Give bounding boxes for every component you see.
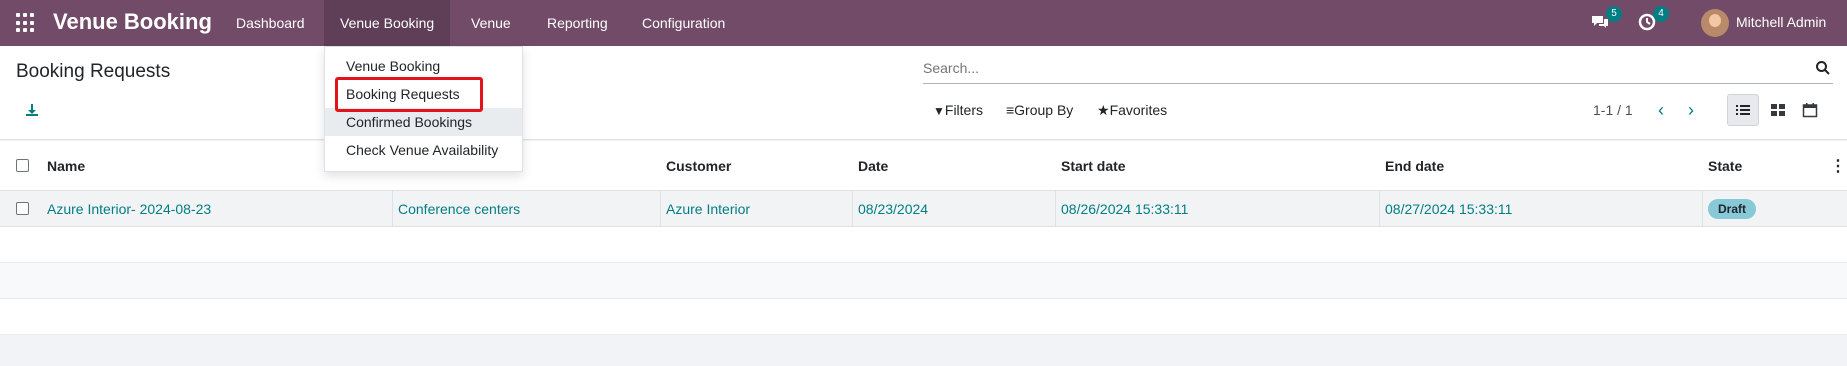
download-icon: [26, 104, 38, 116]
search-bar: [923, 54, 1833, 84]
status-badge: Draft: [1708, 198, 1757, 219]
group-by-button[interactable]: ≡Group By: [1006, 102, 1073, 118]
activities-button[interactable]: 4: [1637, 6, 1669, 34]
list-lines-icon: ≡: [1006, 102, 1015, 118]
row-venue-type[interactable]: Conference centers: [398, 191, 520, 226]
menu-configuration[interactable]: Configuration: [626, 0, 741, 46]
column-end-date[interactable]: End date: [1385, 141, 1444, 190]
empty-row: [0, 299, 1847, 335]
row-state: Draft: [1708, 191, 1757, 226]
column-date[interactable]: Date: [858, 141, 888, 190]
booking-list-table: Name Customer Date Start date End date S…: [0, 141, 1847, 335]
menu-venue[interactable]: Venue: [455, 0, 527, 46]
download-button[interactable]: [24, 102, 42, 120]
row-checkbox[interactable]: [16, 191, 29, 226]
top-navbar: Venue Booking Dashboard Venue Booking Ve…: [0, 0, 1847, 46]
column-options-icon[interactable]: ⋮: [1830, 141, 1846, 190]
empty-row: [0, 227, 1847, 263]
avatar[interactable]: [1701, 9, 1729, 37]
column-state[interactable]: State: [1708, 141, 1742, 190]
row-start-date[interactable]: 08/26/2024 15:33:11: [1061, 191, 1188, 226]
kanban-view-icon: [1771, 104, 1785, 116]
chevron-right-icon[interactable]: ›: [1679, 98, 1703, 122]
select-all-checkbox[interactable]: [16, 141, 29, 190]
column-customer[interactable]: Customer: [666, 141, 731, 190]
messages-count-badge: 5: [1606, 6, 1622, 22]
favorites-button[interactable]: ★Favorites: [1097, 102, 1167, 119]
app-name[interactable]: Venue Booking: [53, 9, 212, 35]
column-name[interactable]: Name: [47, 141, 85, 190]
row-date[interactable]: 08/23/2024: [858, 191, 928, 226]
row-name[interactable]: Azure Interior- 2024-08-23: [47, 191, 211, 226]
menu-reporting[interactable]: Reporting: [531, 0, 624, 46]
table-row[interactable]: Azure Interior- 2024-08-23 Conference ce…: [0, 191, 1847, 227]
dropdown-item-check-venue-availability[interactable]: Check Venue Availability: [325, 136, 522, 164]
calendar-view-button[interactable]: [1794, 94, 1826, 126]
page-title: Booking Requests: [16, 61, 171, 82]
kanban-view-button[interactable]: [1762, 94, 1794, 126]
highlight-box: [335, 77, 483, 112]
calendar-view-icon: [1802, 103, 1818, 118]
filter-icon: ▼: [933, 104, 945, 118]
row-end-date[interactable]: 08/27/2024 15:33:11: [1385, 191, 1512, 226]
group-by-label: Group By: [1014, 102, 1074, 118]
dropdown-item-venue-booking[interactable]: Venue Booking: [325, 52, 522, 80]
menu-dashboard[interactable]: Dashboard: [220, 0, 321, 46]
star-icon: ★: [1097, 102, 1110, 118]
filters-button[interactable]: ▼Filters: [933, 102, 983, 118]
control-panel: Booking Requests ▼Filters ≡Group By ★Fav…: [0, 46, 1847, 140]
search-icon[interactable]: [1815, 60, 1831, 76]
messages-button[interactable]: 5: [1590, 6, 1622, 34]
dropdown-item-confirmed-bookings[interactable]: Confirmed Bookings: [325, 108, 522, 136]
search-input[interactable]: [923, 54, 1803, 82]
table-header: Name Customer Date Start date End date S…: [0, 141, 1847, 191]
pager-value[interactable]: 1-1 / 1: [1593, 102, 1633, 118]
row-customer[interactable]: Azure Interior: [666, 191, 750, 226]
app-menu-icon[interactable]: [16, 13, 36, 33]
activities-count-badge: 4: [1653, 6, 1669, 22]
list-view-button[interactable]: [1727, 94, 1759, 126]
empty-row: [0, 263, 1847, 299]
favorites-label: Favorites: [1109, 102, 1168, 118]
chevron-left-icon[interactable]: ‹: [1649, 98, 1673, 122]
column-start-date[interactable]: Start date: [1061, 141, 1126, 190]
user-name[interactable]: Mitchell Admin: [1736, 14, 1826, 30]
list-view-icon: [1736, 105, 1750, 115]
filters-label: Filters: [944, 102, 984, 118]
menu-venue-booking[interactable]: Venue Booking: [324, 0, 451, 46]
